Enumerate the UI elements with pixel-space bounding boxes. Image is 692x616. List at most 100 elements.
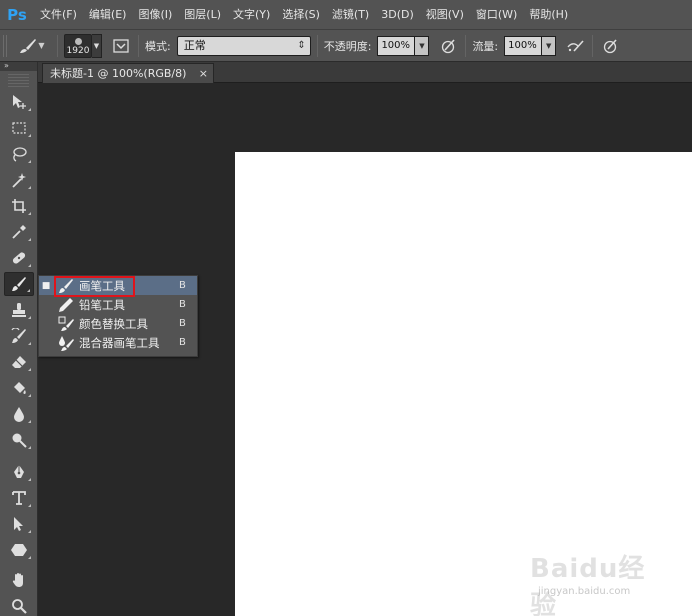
flow-input[interactable]: 100% — [504, 35, 543, 56]
watermark-url: jingyan.baidu.com — [538, 586, 631, 597]
type-icon — [12, 491, 26, 505]
mode-label: 模式: — [145, 39, 171, 53]
healing-brush-tool[interactable] — [4, 246, 34, 270]
type-tool[interactable] — [4, 486, 34, 510]
tool-preset-picker[interactable]: ▼ — [13, 33, 51, 59]
hand-tool[interactable] — [4, 568, 34, 592]
history-brush-tool[interactable] — [4, 324, 34, 348]
hexagon-icon — [11, 544, 27, 556]
menu-view[interactable]: 视图(V) — [420, 0, 470, 29]
menu-type[interactable]: 文字(Y) — [227, 0, 276, 29]
brush-panel-icon — [113, 38, 129, 53]
divider — [316, 34, 318, 57]
brush-tool-flyout: ■ 画笔工具 B 铅笔工具 B 颜色替换工具 B 混合器画笔工具 B — [38, 275, 198, 357]
brush-icon — [12, 277, 26, 291]
path-select-icon — [14, 517, 23, 531]
dodge-icon — [12, 433, 27, 448]
menu-image[interactable]: 图像(I) — [132, 0, 178, 29]
document-tab-title: 未标题-1 @ 100%(RGB/8) — [50, 67, 187, 80]
crop-tool[interactable] — [4, 194, 34, 218]
brush-tool[interactable] — [4, 272, 34, 296]
menu-select[interactable]: 选择(S) — [276, 0, 326, 29]
menu-filter[interactable]: 滤镜(T) — [326, 0, 375, 29]
opacity-label: 不透明度: — [323, 39, 372, 53]
flyout-item-brush[interactable]: ■ 画笔工具 B — [39, 276, 197, 295]
path-selection-tool[interactable] — [4, 512, 34, 536]
lasso-icon — [13, 147, 27, 162]
eyedropper-tool[interactable] — [4, 220, 34, 244]
opacity-dropdown[interactable]: ▼ — [415, 35, 430, 56]
watermark-logo-text: Baidu经验 — [530, 554, 646, 616]
baidu-watermark: Baidu经验 jingyan.baidu.com — [530, 548, 670, 616]
zoom-tool[interactable] — [4, 594, 34, 616]
brush-size-preview[interactable]: 1920 — [64, 33, 92, 58]
pen-tool[interactable] — [4, 460, 34, 484]
divider — [465, 34, 467, 57]
mode-select[interactable]: 正常 — [176, 35, 311, 56]
shortcut-key: B — [179, 280, 186, 291]
eyedropper-icon — [12, 225, 26, 239]
magic-wand-icon — [12, 173, 26, 188]
menu-file[interactable]: 文件(F) — [34, 0, 83, 29]
pressure-opacity-icon — [442, 38, 456, 53]
divider — [57, 34, 58, 57]
dodge-tool[interactable] — [4, 428, 34, 452]
flyout-item-label: 混合器画笔工具 — [79, 335, 160, 350]
hand-icon — [12, 573, 23, 587]
flyout-item-label: 颜色替换工具 — [79, 316, 148, 331]
paint-bucket-icon — [14, 382, 26, 394]
chevron-down-icon: ▼ — [38, 41, 45, 50]
airbrush-button[interactable] — [564, 35, 586, 57]
move-tool[interactable] — [4, 90, 34, 114]
brush-icon — [20, 38, 37, 53]
flyout-item-label: 铅笔工具 — [79, 297, 125, 312]
pressure-size-button[interactable] — [599, 35, 621, 57]
document-canvas[interactable] — [235, 152, 692, 616]
color-replace-icon — [53, 316, 79, 332]
pencil-icon — [53, 297, 79, 313]
airbrush-icon — [567, 39, 584, 52]
document-tab[interactable]: 未标题-1 @ 100%(RGB/8) × — [42, 63, 214, 83]
magic-wand-tool[interactable] — [4, 168, 34, 192]
menu-window[interactable]: 窗口(W) — [470, 0, 523, 29]
toolbar-collapse[interactable]: » — [0, 62, 37, 71]
eraser-icon — [12, 356, 26, 368]
divider — [138, 34, 139, 57]
flyout-item-color-replacement[interactable]: 颜色替换工具 B — [39, 314, 197, 333]
zoom-icon — [12, 599, 27, 614]
toolbar-grip[interactable] — [8, 73, 29, 87]
tools-panel: » — [0, 62, 38, 616]
flow-dropdown[interactable]: ▼ — [542, 35, 557, 56]
brush-panel-toggle[interactable] — [110, 35, 132, 57]
close-icon[interactable]: × — [199, 64, 208, 83]
shortcut-key: B — [179, 337, 186, 348]
eraser-tool[interactable] — [4, 350, 34, 374]
blur-tool[interactable] — [4, 402, 34, 426]
clone-stamp-tool[interactable] — [4, 298, 34, 322]
stamp-icon — [12, 303, 26, 317]
paint-bucket-tool[interactable] — [4, 376, 34, 400]
menu-bar: Ps 文件(F) 编辑(E) 图像(I) 图层(L) 文字(Y) 选择(S) 滤… — [0, 0, 692, 29]
marquee-tool[interactable] — [4, 116, 34, 140]
menu-help[interactable]: 帮助(H) — [523, 0, 574, 29]
marquee-icon — [12, 122, 26, 134]
menu-edit[interactable]: 编辑(E) — [83, 0, 133, 29]
flyout-item-pencil[interactable]: 铅笔工具 B — [39, 295, 197, 314]
pen-icon — [14, 465, 24, 478]
document-tab-bar: 未标题-1 @ 100%(RGB/8) × — [38, 62, 692, 83]
options-grip[interactable] — [3, 34, 9, 57]
options-bar: ▼ 1920 ▼ 模式: 正常 不透明度: 100% ▼ 流量: 100% ▼ — [0, 29, 692, 62]
history-brush-icon — [11, 328, 26, 343]
opacity-input[interactable]: 100% — [377, 35, 416, 56]
brush-picker-dropdown[interactable]: ▼ — [92, 33, 102, 58]
ps-logo: Ps — [7, 5, 27, 24]
flow-label: 流量: — [472, 39, 499, 53]
menu-layer[interactable]: 图层(L) — [178, 0, 227, 29]
pressure-opacity-button[interactable] — [437, 35, 459, 57]
mixer-brush-icon — [53, 335, 79, 351]
flyout-item-mixer-brush[interactable]: 混合器画笔工具 B — [39, 333, 197, 352]
blur-drop-icon — [14, 407, 24, 422]
menu-3d[interactable]: 3D(D) — [375, 0, 420, 29]
shape-tool[interactable] — [4, 538, 34, 562]
lasso-tool[interactable] — [4, 142, 34, 166]
